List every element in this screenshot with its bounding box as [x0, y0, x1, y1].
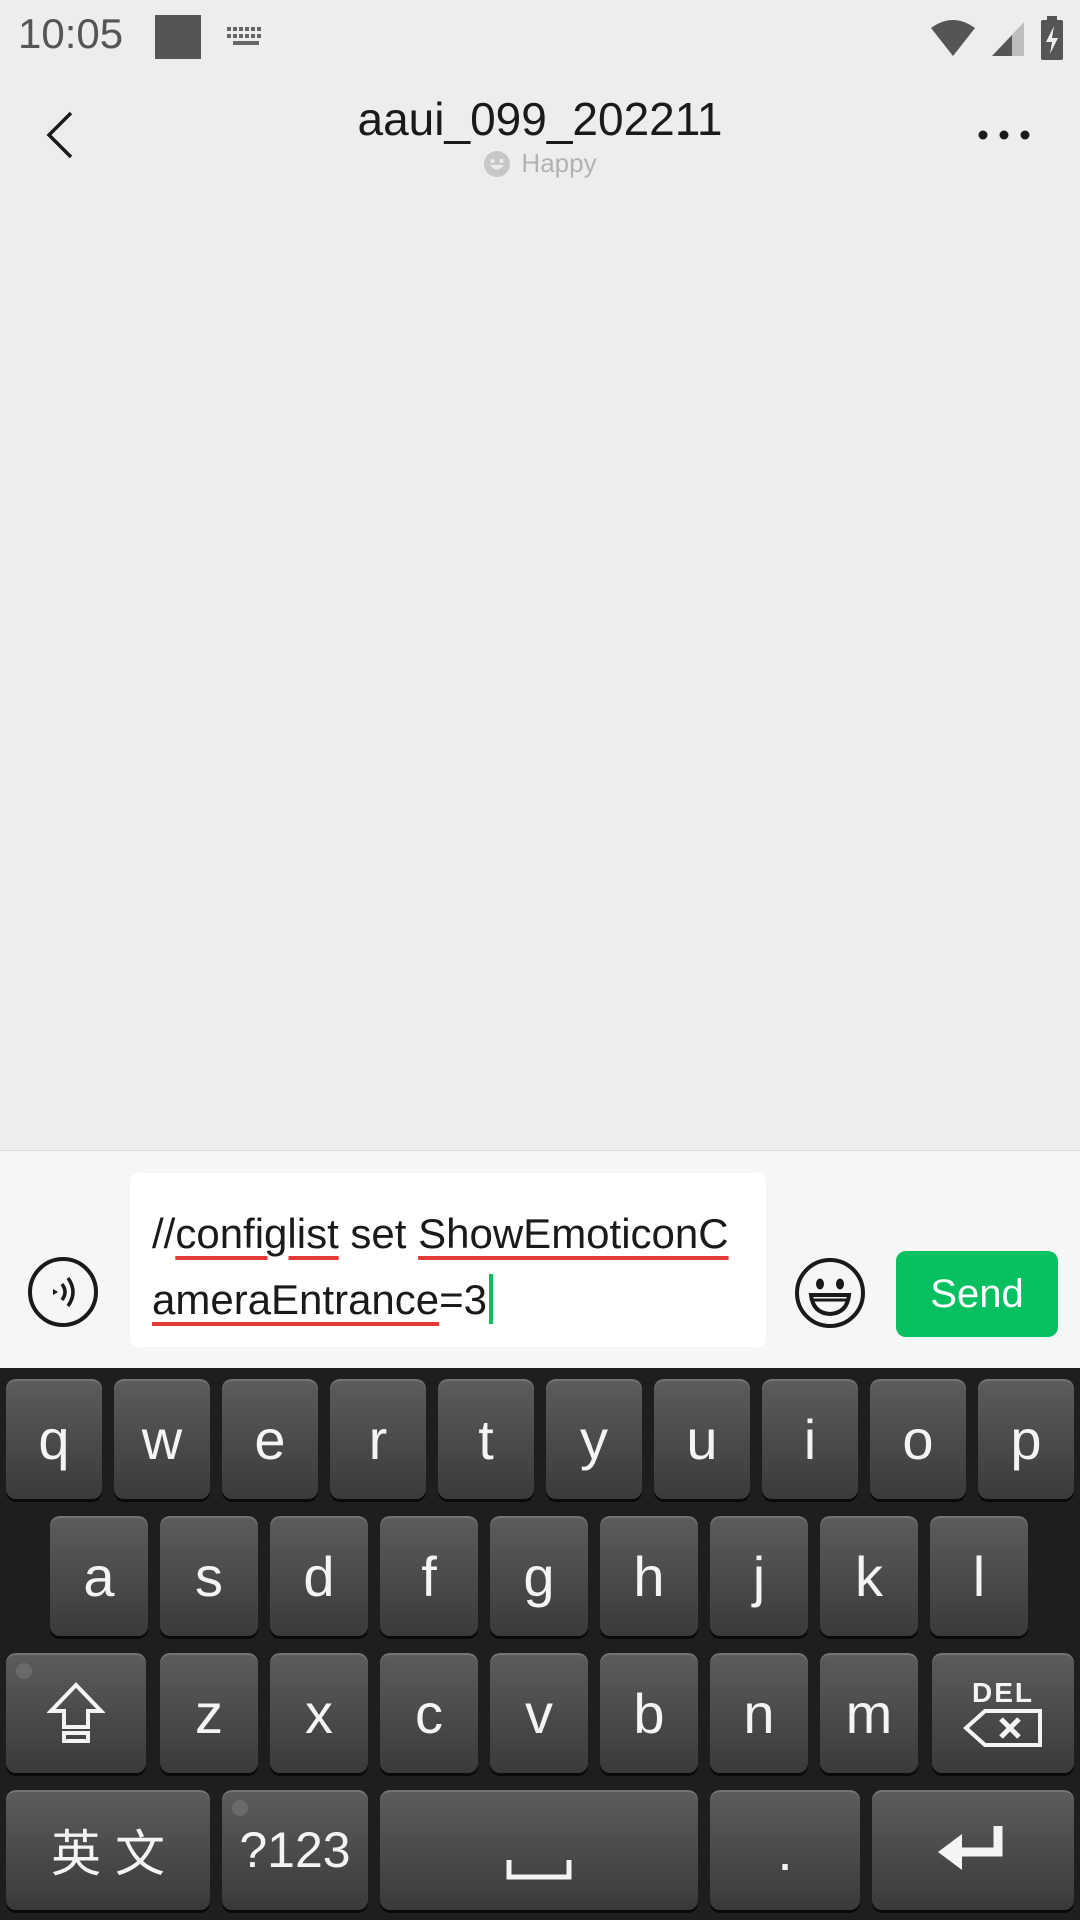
keyboard: q w e r t y u i o p a s d f g h j k l z …: [0, 1368, 1080, 1920]
language-switch-key[interactable]: 英 文: [6, 1790, 210, 1910]
key-d[interactable]: d: [270, 1516, 368, 1636]
status-time: 10:05: [18, 10, 124, 57]
more-options-button[interactable]: [968, 100, 1040, 170]
signal-icon: [992, 22, 1024, 56]
message-text-misspelled: configlist: [175, 1210, 339, 1257]
key-v[interactable]: v: [490, 1653, 588, 1773]
period-key[interactable]: .: [710, 1790, 860, 1910]
key-indicator-dot: [232, 1800, 248, 1816]
key-y[interactable]: y: [546, 1379, 642, 1499]
voice-input-button[interactable]: [28, 1257, 98, 1327]
battery-charging-icon: [1041, 16, 1063, 60]
key-b[interactable]: b: [600, 1653, 698, 1773]
key-f[interactable]: f: [380, 1516, 478, 1636]
delete-key[interactable]: DEL: [932, 1653, 1074, 1773]
key-o[interactable]: o: [870, 1379, 966, 1499]
text-caret: [489, 1274, 494, 1324]
message-text-part: set: [338, 1210, 419, 1257]
contact-status: Happy: [0, 148, 1080, 179]
key-g[interactable]: g: [490, 1516, 588, 1636]
key-n[interactable]: n: [710, 1653, 808, 1773]
chat-title: aaui_099_202211: [357, 93, 723, 145]
key-l[interactable]: l: [930, 1516, 1028, 1636]
status-icons: [930, 14, 1064, 62]
contact-status-text: Happy: [521, 148, 597, 178]
emoji-icon[interactable]: [794, 1257, 866, 1329]
message-text-part: //: [152, 1210, 176, 1257]
backspace-icon: [963, 1709, 1042, 1747]
space-key[interactable]: [380, 1790, 698, 1910]
key-s[interactable]: s: [160, 1516, 258, 1636]
send-button[interactable]: Send: [896, 1251, 1058, 1337]
key-e[interactable]: e: [222, 1379, 318, 1499]
enter-arrow-icon: [938, 1826, 1003, 1870]
key-c[interactable]: c: [380, 1653, 478, 1773]
enter-key[interactable]: [872, 1790, 1074, 1910]
key-i[interactable]: i: [762, 1379, 858, 1499]
keyboard-icon: [227, 27, 261, 45]
happy-face-icon: [484, 150, 511, 177]
key-a[interactable]: a: [50, 1516, 148, 1636]
message-input[interactable]: //configlist set ShowEmoticonCameraEntra…: [130, 1173, 766, 1347]
key-p[interactable]: p: [978, 1379, 1074, 1499]
message-text-part: =3: [439, 1276, 488, 1323]
key-indicator-dot: [16, 1663, 32, 1679]
key-m[interactable]: m: [820, 1653, 918, 1773]
space-bar-icon: [506, 1860, 572, 1880]
wifi-icon: [931, 20, 975, 56]
shift-arrow-icon: [47, 1682, 105, 1743]
delete-key-label: DEL: [972, 1677, 1034, 1708]
key-w[interactable]: w: [114, 1379, 210, 1499]
key-t[interactable]: t: [438, 1379, 534, 1499]
key-j[interactable]: j: [710, 1516, 808, 1636]
key-r[interactable]: r: [330, 1379, 426, 1499]
key-h[interactable]: h: [600, 1516, 698, 1636]
shift-key[interactable]: [6, 1653, 146, 1773]
key-k[interactable]: k: [820, 1516, 918, 1636]
screen: 10:05 aaui_099_202211 Happy //configlist…: [0, 0, 1080, 1920]
chat-message-area[interactable]: [0, 196, 1080, 1150]
voice-icon: [53, 1276, 75, 1308]
key-q[interactable]: q: [6, 1379, 102, 1499]
status-bar: 10:05: [0, 0, 1080, 78]
input-bar: //configlist set ShowEmoticonCameraEntra…: [0, 1150, 1080, 1369]
key-z[interactable]: z: [160, 1653, 258, 1773]
notification-square-icon: [155, 15, 201, 59]
more-dots-icon: [978, 130, 1030, 140]
symbols-key-label: ?123: [239, 1822, 351, 1878]
chat-header: aaui_099_202211 Happy: [0, 78, 1080, 196]
symbols-key[interactable]: ?123: [222, 1790, 368, 1910]
key-x[interactable]: x: [270, 1653, 368, 1773]
key-u[interactable]: u: [654, 1379, 750, 1499]
